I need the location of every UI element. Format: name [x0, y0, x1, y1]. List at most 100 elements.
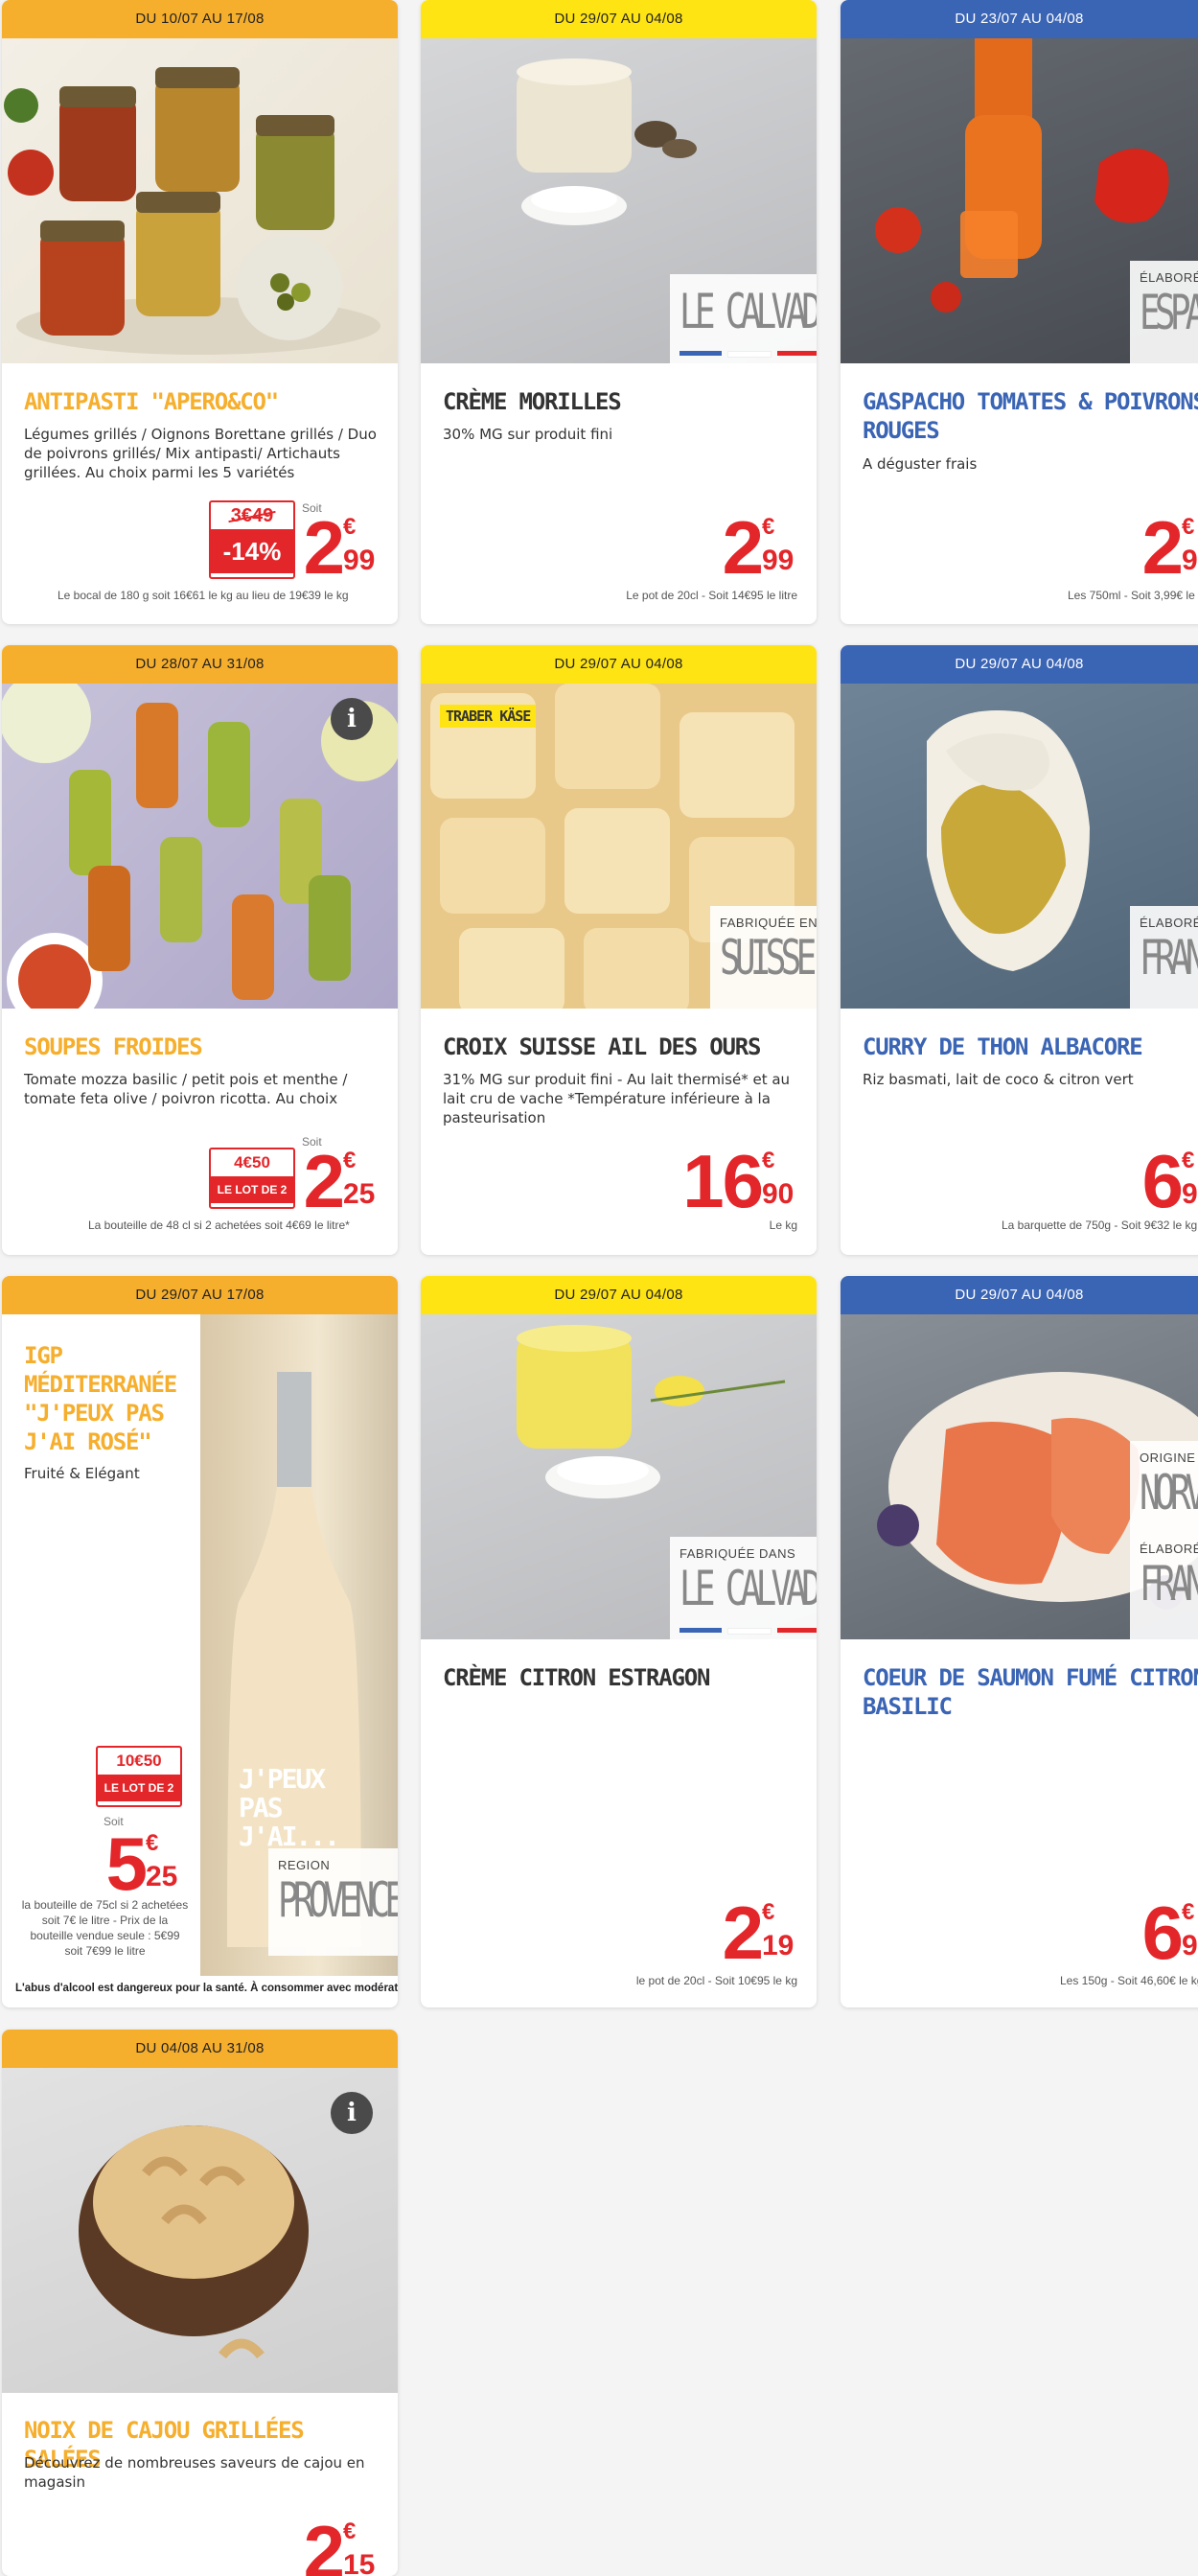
info-icon[interactable]: i [331, 698, 373, 740]
price-integer: 2 [303, 505, 345, 590]
product-title: IGP MÉDITERRANÉE "J'PEUX PAS J'AI ROSÉ" [24, 1342, 177, 1455]
brand-tag: TRABER KÄSE [440, 705, 537, 728]
promo-date-band: DU 29/07 AU 17/08 [2, 1276, 398, 1314]
product-photo-antipasti-jars[interactable] [2, 38, 398, 363]
product-card-curry-thon[interactable]: DU 29/07 AU 04/08 ÉLABORÉ EN FRANCE CURR… [841, 645, 1198, 1255]
product-card-antipasti[interactable]: DU 10/07 AU 17/08 ANTIPASTI "APERO&CO" L… [2, 0, 398, 624]
price-cents: 90 [762, 1178, 795, 1210]
promo-date-band: DU 29/07 AU 04/08 [421, 1276, 817, 1314]
product-title: CRÈME CITRON ESTRAGON [443, 1664, 710, 1691]
price-cents: 19 [762, 1930, 795, 1961]
product-card-soupes-froides[interactable]: DU 28/07 AU 31/08 i SOUPES FROIDES Tomat… [2, 645, 398, 1255]
price-cents: 15 [343, 2549, 376, 2576]
product-title: CURRY DE THON ALBACORE [863, 1033, 1143, 1060]
origin-label: ÉLABORÉ EN FRANCE [1130, 906, 1198, 1009]
french-flag-icon [680, 351, 817, 358]
product-card-noix-cajou[interactable]: DU 04/08 AU 31/08 i NOIX DE CAJOU GRILLÉ… [2, 2030, 398, 2576]
origin-label: FABRIQUÉE DANS LE CALVADOS [670, 1537, 817, 1639]
origin-label: FABRIQUÉE EN SUISSE [710, 906, 817, 1009]
price-cents: 25 [343, 1178, 376, 1210]
promo-date-band: DU 28/07 AU 31/08 [2, 645, 398, 684]
price-integer: 16 [682, 1139, 764, 1223]
origin-country: NORVÈGE [1140, 1465, 1198, 1520]
product-title: CROIX SUISSE AIL DES OURS [443, 1033, 761, 1060]
price-currency: € [146, 1830, 159, 1856]
unit-price-text: le pot de 20cl - Soit 10€95 le kg [635, 1974, 797, 1987]
product-card-creme-morilles[interactable]: DU 29/07 AU 04/08 LE CALVADOS CRÈME MORI… [421, 0, 817, 624]
unit-price-text: Le pot de 20cl - Soit 14€95 le litre [626, 589, 797, 602]
price-display: 5 € 25 [102, 1822, 188, 1906]
origin-caption: ORIGINE [1140, 1450, 1196, 1465]
origin-caption: ÉLABORÉ EN [1140, 270, 1198, 285]
product-card-croix-suisse[interactable]: DU 29/07 AU 04/08 TRABER KÄSE FABRIQUÉE … [421, 645, 817, 1255]
product-title: CRÈME MORILLES [443, 388, 622, 415]
lot-price-box: 4€50 LE LOT DE 2 [209, 1148, 295, 1209]
old-price: 3€49 [211, 502, 293, 529]
lot-price: 10€50 [116, 1752, 162, 1770]
unit-price-text: Le bocal de 180 g soit 16€61 le kg au li… [58, 589, 349, 602]
promo-date-band: DU 10/07 AU 17/08 [2, 0, 398, 38]
price-currency: € [343, 1148, 357, 1173]
product-description: A déguster frais [863, 455, 978, 473]
origin-region: LE CALVADOS [680, 284, 817, 339]
unit-price-text: Les 750ml - Soit 3,99€ le litre [1068, 589, 1198, 602]
origin-caption: ÉLABORÉ EN [1140, 916, 1198, 930]
lot-price: 4€50 [234, 1153, 270, 1172]
price-currency: € [762, 1899, 775, 1925]
product-card-rose[interactable]: DU 29/07 AU 17/08 J'PEUX PAS J'AI... REG… [2, 1276, 398, 2007]
product-description: 31% MG sur produit fini - Au lait thermi… [443, 1071, 791, 1126]
origin-region: PROVENCE [278, 1872, 398, 1928]
price-display: 16 € 90 [680, 1139, 804, 1223]
price-currency: € [343, 514, 357, 540]
lot-label: LE LOT DE 2 [211, 1176, 293, 1203]
unit-price-text: la bouteille de 75cl si 2 achetées soit … [21, 1898, 189, 1957]
price-cents: 99 [762, 545, 795, 576]
price-currency: € [1182, 514, 1195, 540]
price-display: 2 € 15 [299, 2515, 385, 2576]
unit-price-text: Le kg [769, 1218, 797, 1232]
promo-date-band: DU 29/07 AU 04/08 [841, 1276, 1198, 1314]
price-display: 2 € 25 [299, 1144, 385, 1218]
product-title: SOUPES FROIDES [24, 1033, 203, 1060]
unit-price-text: La barquette de 750g - Soit 9€32 le kg [1002, 1218, 1198, 1232]
price-cents: 99 [1182, 545, 1198, 576]
alcohol-disclaimer: L'abus d'alcool est dangereux pour la sa… [15, 1983, 398, 1994]
price-cents: 25 [146, 1861, 178, 1892]
price-currency: € [343, 2518, 357, 2544]
origin-country: SUISSE [720, 930, 817, 986]
promo-date-band: DU 23/07 AU 04/08 [841, 0, 1198, 38]
product-card-saumon[interactable]: DU 29/07 AU 04/08 ORIGINE NORVÈGE ÉLABOR… [841, 1276, 1198, 2007]
french-flag-icon [680, 1628, 817, 1635]
promo-date-band: DU 29/07 AU 04/08 [421, 0, 817, 38]
price-currency: € [762, 1148, 775, 1173]
lot-label: LE LOT DE 2 [98, 1775, 180, 1801]
product-title: GASPACHO TOMATES & POIVRONS ROUGES [863, 388, 1198, 444]
origin-caption: FABRIQUÉE EN [720, 916, 817, 930]
origin-country: ESPAGNE [1140, 285, 1198, 340]
promo-date-band: DU 04/08 AU 31/08 [2, 2030, 398, 2068]
product-description: 30% MG sur produit fini [443, 426, 613, 443]
price-display: 2 € 99 [1138, 510, 1198, 585]
promo-date-band: DU 29/07 AU 04/08 [841, 645, 1198, 684]
price-cents: 99 [1182, 1178, 1198, 1210]
price-integer: 5 [105, 1822, 148, 1906]
product-description: Découvrez de nombreuses saveurs de cajou… [24, 2454, 365, 2491]
origin-label-elabore: ÉLABORÉ EN FRANCE [1130, 1532, 1198, 1639]
origin-caption: FABRIQUÉE DANS [680, 1546, 796, 1561]
product-title: COEUR DE SAUMON FUMÉ CITRON BASILIC [863, 1664, 1198, 1720]
price-cents: 99 [1182, 1930, 1198, 1961]
price-integer: 6 [1141, 1891, 1184, 1975]
info-icon[interactable]: i [331, 2092, 373, 2134]
origin-caption: REGION [278, 1858, 331, 1872]
lot-price-box: 10€50 LE LOT DE 2 [96, 1746, 182, 1807]
product-description: Légumes grillés / Oignons Borettane gril… [24, 426, 377, 481]
bottle-label-text: J'PEUX PAS J'AI... [239, 1763, 340, 1852]
price-integer: 6 [1141, 1139, 1184, 1223]
price-display: 2 € 99 [718, 510, 804, 585]
origin-label: LE CALVADOS [670, 274, 817, 363]
origin-label-origine: ORIGINE NORVÈGE [1130, 1441, 1198, 1532]
product-title: ANTIPASTI "APERO&CO" [24, 388, 279, 415]
price-currency: € [1182, 1148, 1195, 1173]
product-card-gaspacho[interactable]: DU 23/07 AU 04/08 ÉLABORÉ EN ESPAGNE GAS… [841, 0, 1198, 624]
product-card-creme-citron[interactable]: DU 29/07 AU 04/08 FABRIQUÉE DANS LE CALV… [421, 1276, 817, 2007]
